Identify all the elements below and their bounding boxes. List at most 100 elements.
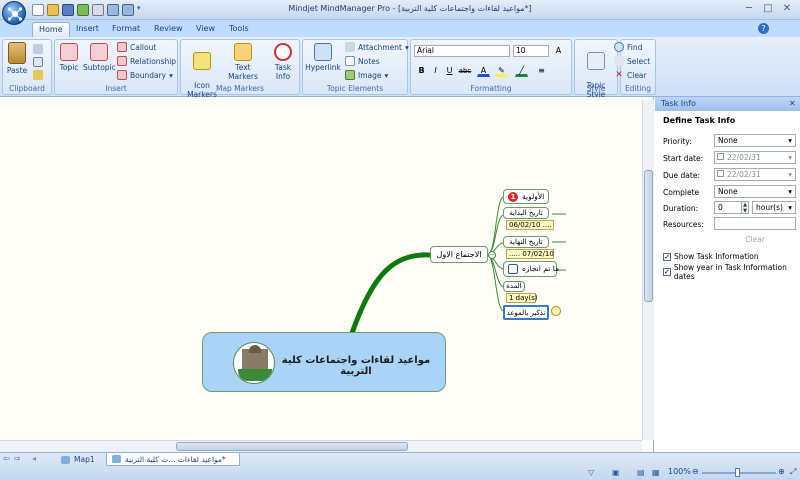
hyperlink-button[interactable]: Hyperlink [305, 43, 341, 72]
start-date-label: Start date: [663, 154, 704, 163]
collapse-toggle-icon[interactable]: − [488, 251, 496, 259]
open-icon[interactable] [47, 4, 59, 16]
line-color-icon[interactable]: ╱ [515, 64, 528, 77]
align-icon[interactable]: ≡ [535, 64, 548, 77]
subtopic-end-date[interactable]: تاريخ النهاية [503, 236, 549, 248]
new-icon[interactable] [32, 4, 44, 16]
boundary-icon [117, 70, 127, 80]
customize-qat-icon[interactable]: ▾ [137, 4, 143, 16]
undo-icon[interactable] [107, 4, 119, 16]
calendar-dropdown-icon: ▾ [788, 153, 792, 162]
app-menu-button[interactable] [2, 1, 26, 25]
print-icon[interactable] [92, 4, 104, 16]
filter-icon[interactable]: ▽ [588, 468, 594, 477]
vertical-scrollbar[interactable] [642, 100, 654, 440]
chevron-down-icon: ▾ [384, 70, 389, 80]
highlight-icon[interactable]: ✎ [495, 64, 508, 77]
minimize-button[interactable]: ─ [741, 2, 757, 16]
view-mode-icon[interactable]: ▣ [612, 468, 620, 477]
subtopic-start-date[interactable]: تاريخ البداية [503, 207, 549, 219]
show-task-info-checkbox[interactable]: ✓ Show Task Information [663, 252, 759, 261]
alarm-clock-icon [551, 306, 561, 316]
relationship-button[interactable]: Relationship [117, 56, 176, 66]
format-painter-button[interactable] [33, 70, 43, 80]
zoom-in-icon[interactable]: ⊕ [778, 467, 785, 476]
strikethrough-button[interactable]: abc [457, 64, 473, 77]
close-button[interactable]: ✕ [779, 2, 795, 16]
tab-home[interactable]: Home [32, 22, 70, 37]
tab-tools[interactable]: Tools [223, 22, 255, 37]
font-size-field[interactable]: 10 [513, 45, 549, 57]
close-pane-icon[interactable]: ✕ [789, 99, 796, 108]
image-button[interactable]: Image ▾ [345, 70, 388, 80]
tab-review[interactable]: Review [148, 22, 189, 37]
ribbon: Paste Clipboard Topic Subtopic Callout R… [0, 37, 800, 99]
tab-view[interactable]: View [190, 22, 221, 37]
copy-button[interactable] [33, 57, 43, 67]
complete-dropdown[interactable]: None ▾ [714, 185, 796, 198]
zoom-slider-thumb[interactable] [735, 468, 740, 477]
horizontal-scrollbar[interactable] [0, 440, 642, 452]
text-markers-button[interactable]: Text Markers [221, 43, 265, 81]
title-bar: ▾ Mindjet MindManager Pro - [مواعيد لقاء… [0, 0, 800, 20]
redo-icon[interactable] [122, 4, 134, 16]
zoom-level: 100% [668, 467, 691, 476]
subtopic-priority[interactable]: 1 الأولوية [503, 189, 549, 204]
tab-map1[interactable]: Map1 [56, 453, 100, 466]
nav-forward-icon[interactable]: ⇨ [14, 454, 21, 463]
font-color-button[interactable]: A [477, 64, 490, 77]
text-markers-icon [234, 43, 252, 61]
tab-format[interactable]: Format [106, 22, 146, 37]
save-icon[interactable] [62, 4, 74, 16]
duration-field[interactable]: 0 [714, 201, 744, 214]
font-name-field[interactable]: Arial [414, 45, 510, 57]
show-year-checkbox[interactable]: ✓ Show year in Task Information dates [663, 263, 800, 281]
help-icon[interactable]: ? [758, 23, 769, 34]
clear-resources-button[interactable]: Clear [714, 235, 796, 244]
italic-button[interactable]: I [429, 64, 442, 77]
callout-button[interactable]: Callout [117, 42, 156, 52]
bold-button[interactable]: B [415, 64, 428, 77]
fit-map-icon[interactable]: ⤢ [790, 467, 796, 477]
map-markers-group-label: Map Markers [215, 84, 265, 93]
maximize-button[interactable]: □ [760, 2, 776, 16]
vertical-scroll-thumb[interactable] [644, 170, 653, 302]
attachment-button[interactable]: Attachment ▾ [345, 42, 409, 52]
subtopic-button[interactable]: Subtopic [83, 43, 116, 72]
select-button[interactable]: Select [614, 56, 650, 66]
cursor-icon [614, 56, 624, 66]
underline-button[interactable]: U [443, 64, 456, 77]
tab-insert[interactable]: Insert [70, 22, 105, 37]
central-topic[interactable]: مواعيد لقاءات واجتماعات كلية التربية [202, 332, 446, 392]
paste-button[interactable]: Paste [5, 42, 29, 75]
find-button[interactable]: Find [614, 42, 642, 52]
topic-button[interactable]: Topic [57, 43, 81, 72]
priority-dropdown[interactable]: None ▾ [714, 134, 796, 147]
duration-spinner[interactable]: ▲ ▼ [741, 201, 749, 214]
clear-button[interactable]: ✕ Clear [614, 70, 646, 80]
cut-button[interactable] [33, 44, 43, 54]
clock-icon [274, 43, 292, 61]
subtopic-reminder[interactable]: تذكير بالموعد [503, 305, 549, 320]
subtopic-duration[interactable]: المدة [503, 281, 525, 292]
zoom-out-icon[interactable]: ⊖ [692, 467, 699, 476]
tab-document[interactable]: مواعيد لقاءات ...ت كلية التربية* [106, 453, 240, 466]
map-canvas[interactable]: مواعيد لقاءات واجتماعات كلية التربية الا… [0, 97, 654, 452]
due-date-field[interactable]: 22/02/31 ▾ [714, 168, 796, 181]
task-info-button[interactable]: Task Info [267, 43, 299, 81]
main-topic[interactable]: الاجتماع الاول [430, 246, 488, 263]
nav-back-icon[interactable]: ⇦ [3, 454, 10, 463]
outline-view-icon[interactable]: ▤ [637, 468, 645, 477]
subtopic-completed[interactable]: ما تم انجازه [503, 261, 559, 277]
gantt-view-icon[interactable]: ▦ [652, 468, 660, 477]
map-icon [61, 455, 70, 464]
notes-button[interactable]: Notes [345, 56, 380, 66]
grow-font-icon[interactable]: A [552, 44, 565, 57]
horizontal-scroll-thumb[interactable] [176, 442, 408, 451]
checkbox-checked-icon: ✓ [663, 268, 671, 276]
resources-field[interactable] [714, 217, 796, 230]
duration-unit-dropdown[interactable]: hour(s) ▾ [752, 201, 796, 214]
send-icon[interactable] [77, 4, 89, 16]
start-date-field[interactable]: 22/02/31 ▾ [714, 151, 796, 164]
boundary-button[interactable]: Boundary ▾ [117, 70, 173, 80]
